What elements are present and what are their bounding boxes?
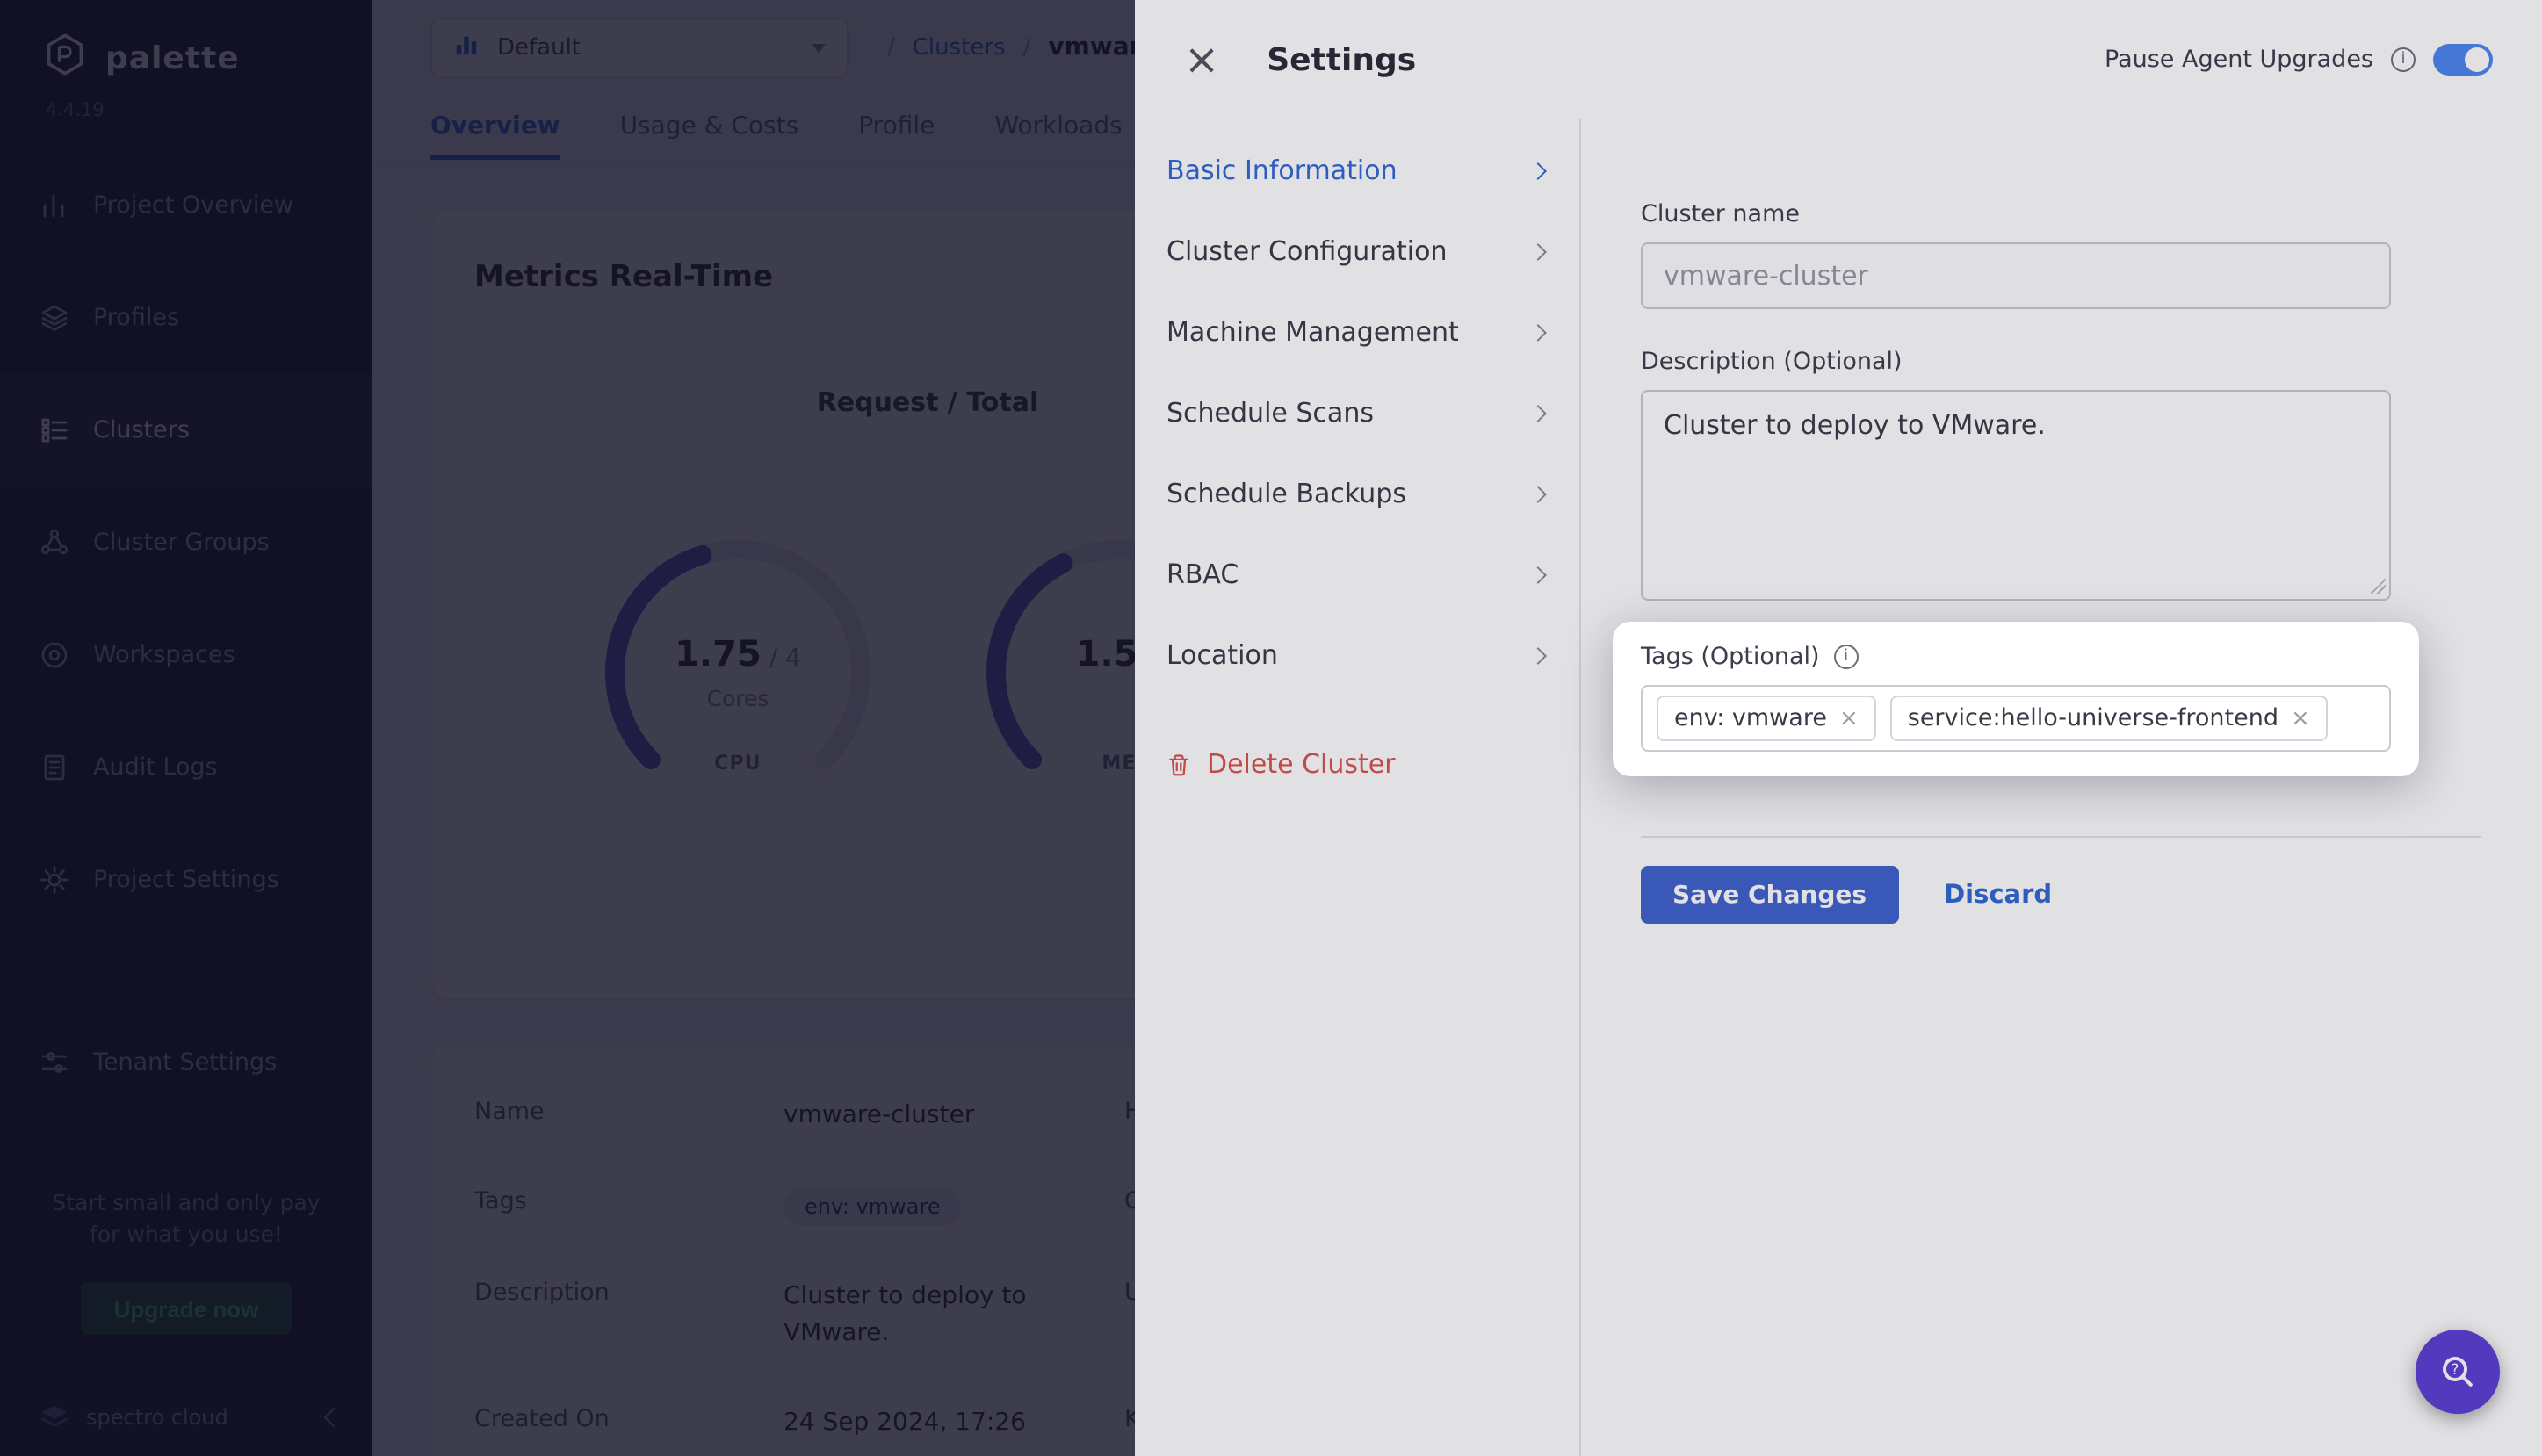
nav-item-label: Schedule Scans	[1166, 397, 1374, 429]
nav-item-label: Location	[1166, 639, 1278, 671]
tags-label: Tags (Optional)	[1641, 643, 1820, 671]
description-textarea[interactable]: Cluster to deploy to VMware.	[1641, 390, 2391, 601]
basic-information-form: Cluster name Description (Optional) Clus…	[1581, 119, 2542, 1456]
remove-tag-icon[interactable]	[2291, 707, 2310, 730]
form-actions: Save Changes Discard	[1641, 866, 2481, 924]
nav-item-label: Cluster Configuration	[1166, 235, 1447, 267]
drawer-title: Settings	[1267, 41, 1416, 78]
tag-chip-label: env: vmware	[1674, 704, 1827, 732]
pause-agent-toggle[interactable]	[2433, 44, 2493, 76]
settings-drawer: Settings Pause Agent Upgrades Basic Info…	[1135, 0, 2542, 1456]
settings-nav: Basic Information Cluster Configuration …	[1135, 119, 1581, 1456]
chevron-right-icon	[1529, 485, 1547, 502]
tag-chip: env: vmware	[1657, 696, 1876, 741]
info-icon[interactable]	[2391, 47, 2416, 72]
pause-agent-group: Pause Agent Upgrades	[2105, 44, 2493, 76]
nav-item-label: Basic Information	[1166, 155, 1397, 186]
nav-item-machine-management[interactable]: Machine Management	[1135, 292, 1579, 372]
tag-chip: service:hello-universe-frontend	[1890, 696, 2328, 741]
close-icon[interactable]	[1184, 39, 1219, 81]
search-question-icon: ?	[2437, 1351, 2479, 1393]
nav-item-rbac[interactable]: RBAC	[1135, 534, 1579, 615]
form-divider	[1641, 836, 2481, 838]
nav-item-label: Schedule Backups	[1166, 478, 1406, 509]
drawer-header: Settings Pause Agent Upgrades	[1135, 0, 2542, 119]
drawer-body: Basic Information Cluster Configuration …	[1135, 119, 2542, 1456]
tags-input[interactable]: env: vmware service:hello-universe-front…	[1641, 685, 2391, 752]
tag-chip-label: service:hello-universe-frontend	[1908, 704, 2278, 732]
trash-icon	[1166, 751, 1191, 777]
chevron-right-icon	[1529, 162, 1547, 179]
svg-text:?: ?	[2451, 1361, 2459, 1379]
help-button[interactable]: ?	[2416, 1330, 2500, 1414]
pause-agent-label: Pause Agent Upgrades	[2105, 46, 2373, 74]
description-label: Description (Optional)	[1641, 348, 2481, 376]
chevron-right-icon	[1529, 404, 1547, 422]
delete-cluster-button[interactable]: Delete Cluster	[1135, 720, 1579, 808]
app-window: palette 4.4.19 Project Overview Profiles	[0, 0, 2542, 1456]
info-icon[interactable]	[1834, 645, 1859, 669]
nav-item-label: Machine Management	[1166, 316, 1459, 348]
chevron-right-icon	[1529, 566, 1547, 583]
chevron-right-icon	[1529, 323, 1547, 341]
discard-link[interactable]: Discard	[1944, 881, 2052, 909]
chevron-right-icon	[1529, 646, 1547, 664]
nav-item-basic-information[interactable]: Basic Information	[1135, 130, 1579, 211]
delete-cluster-label: Delete Cluster	[1207, 748, 1396, 780]
nav-item-schedule-backups[interactable]: Schedule Backups	[1135, 453, 1579, 534]
remove-tag-icon[interactable]	[1839, 707, 1859, 730]
save-changes-button[interactable]: Save Changes	[1641, 866, 1898, 924]
tags-spotlight: Tags (Optional) env: vmware service:hell…	[1613, 622, 2419, 776]
nav-item-location[interactable]: Location	[1135, 615, 1579, 696]
tags-label-row: Tags (Optional)	[1641, 643, 2391, 671]
cluster-name-input[interactable]	[1641, 242, 2391, 309]
resize-handle-icon[interactable]	[2370, 578, 2386, 594]
cluster-name-label: Cluster name	[1641, 200, 2481, 228]
chevron-right-icon	[1529, 242, 1547, 260]
nav-item-cluster-configuration[interactable]: Cluster Configuration	[1135, 211, 1579, 292]
nav-item-label: RBAC	[1166, 559, 1239, 590]
nav-item-schedule-scans[interactable]: Schedule Scans	[1135, 372, 1579, 453]
